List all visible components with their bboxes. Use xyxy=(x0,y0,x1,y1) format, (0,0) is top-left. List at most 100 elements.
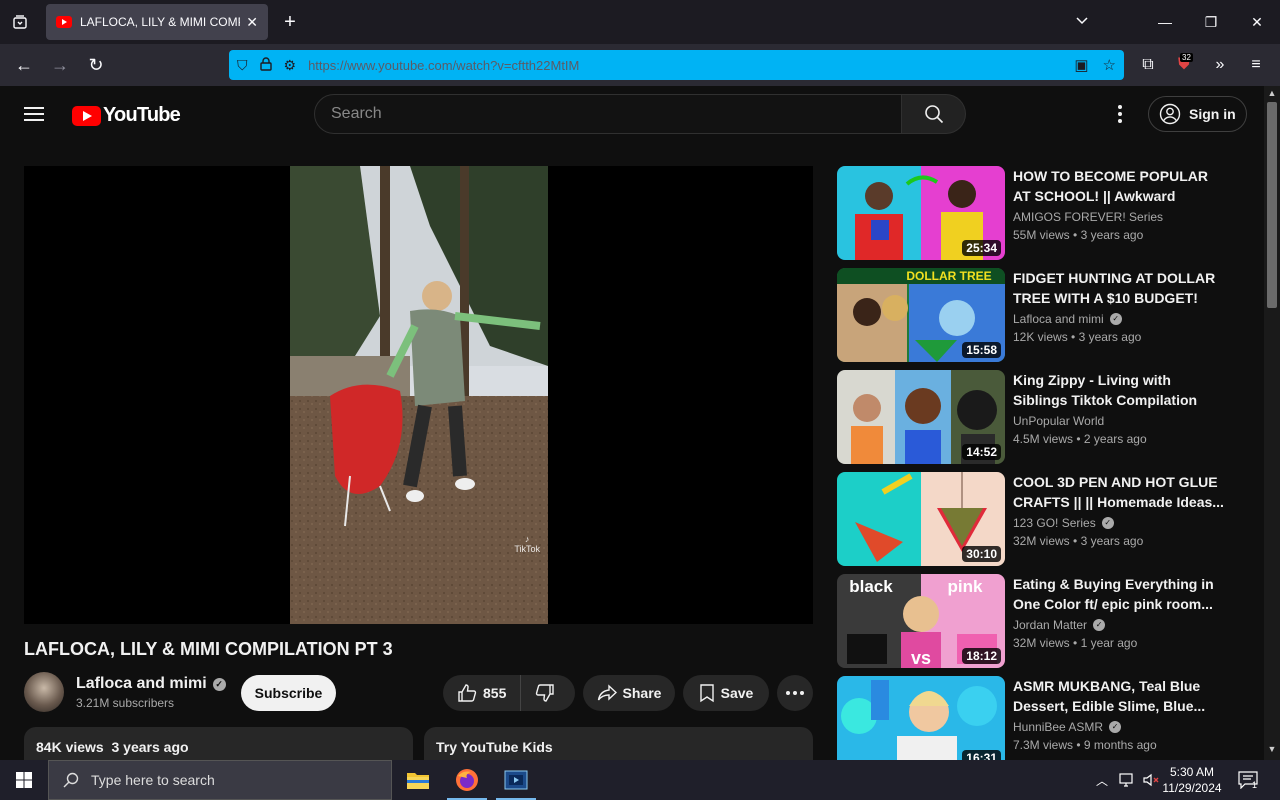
extensions-puzzle-icon[interactable]: ⧉ xyxy=(1136,53,1160,77)
recommendation-thumbnail[interactable]: 16:31 xyxy=(837,676,1005,760)
volume-muted-icon[interactable] xyxy=(1142,760,1160,800)
kids-promo-text: Try YouTube Kids xyxy=(436,739,553,755)
bookmark-icon xyxy=(699,684,714,703)
search-input[interactable] xyxy=(331,105,901,123)
youtube-kids-promo[interactable]: Try YouTube Kids xyxy=(424,727,813,760)
bookmark-star-icon[interactable]: ☆ xyxy=(1103,56,1116,74)
recommendation-age: 2 years ago xyxy=(1083,432,1147,446)
tab-list-icon[interactable] xyxy=(8,10,32,34)
lock-icon[interactable] xyxy=(259,56,272,74)
url-text[interactable]: https://www.youtube.com/watch?v=cftth22M… xyxy=(308,58,1060,73)
recommendation-title[interactable]: COOL 3D PEN AND HOT GLUE CRAFTS || || Ho… xyxy=(1013,472,1228,512)
recommendation-meta: 32M views • 1 year ago xyxy=(1013,636,1138,650)
video-player[interactable]: ♪ TikTok xyxy=(24,166,813,624)
video-still-image xyxy=(290,166,548,624)
recommendation-age: 1 year ago xyxy=(1080,636,1138,650)
recommendation-item[interactable]: black pink vs 18:12 Eating & Buying Ever… xyxy=(837,574,1237,668)
tab-close-icon[interactable]: ✕ xyxy=(246,14,258,31)
app-menu-icon[interactable]: ≡ xyxy=(1244,53,1268,77)
scroll-up-arrow-icon[interactable]: ▲ xyxy=(1264,88,1280,98)
video-frame[interactable]: ♪ TikTok xyxy=(290,166,548,624)
recommendation-item[interactable]: 30:10 COOL 3D PEN AND HOT GLUE CRAFTS ||… xyxy=(837,472,1237,566)
more-actions-button[interactable] xyxy=(777,675,813,711)
shield-icon[interactable]: ⛉ xyxy=(237,57,248,74)
thumbnail-caption-right: pink xyxy=(948,577,983,596)
recommendation-title[interactable]: FIDGET HUNTING AT DOLLAR TREE WITH A $10… xyxy=(1013,268,1228,308)
recommendation-channel[interactable]: 123 GO! Series ✓ xyxy=(1013,516,1114,530)
forward-button[interactable]: → xyxy=(47,53,73,77)
channel-name-link[interactable]: Lafloca and mimi ✓ xyxy=(76,675,226,693)
recommendation-title[interactable]: Eating & Buying Everything in One Color … xyxy=(1013,574,1228,614)
channel-avatar[interactable] xyxy=(24,672,64,712)
share-button[interactable]: Share xyxy=(583,675,675,711)
recommendation-item[interactable]: 14:52 King Zippy - Living with Siblings … xyxy=(837,370,1237,464)
recommendation-item[interactable]: 16:31 ASMR MUKBANG, Teal Blue Dessert, E… xyxy=(837,676,1237,760)
windows-taskbar: Type here to search ︿ 5:30 AM 11/29/2024… xyxy=(0,760,1280,800)
recommendation-channel[interactable]: Lafloca and mimi ✓ xyxy=(1013,312,1122,326)
recommendation-age: 9 months ago xyxy=(1083,738,1157,752)
recommendation-thumbnail[interactable]: 30:10 xyxy=(837,472,1005,566)
search-button[interactable] xyxy=(902,94,966,134)
reload-button[interactable]: ↻ xyxy=(83,53,109,77)
page-scrollbar[interactable]: ▲ ▼ xyxy=(1264,86,1280,760)
recommendation-meta: 7.3M views • 9 months ago xyxy=(1013,738,1157,752)
search-box[interactable] xyxy=(314,94,902,134)
tray-chevron-icon[interactable]: ︿ xyxy=(1096,760,1108,800)
recommendation-title[interactable]: ASMR MUKBANG, Teal Blue Dessert, Edible … xyxy=(1013,676,1228,716)
notifications-icon[interactable]: 1 xyxy=(1238,760,1258,800)
sign-in-label: Sign in xyxy=(1189,106,1236,122)
overflow-menu-chevrons-icon[interactable]: » xyxy=(1208,53,1232,77)
extension-badge: 32 xyxy=(1180,53,1193,62)
minimize-button[interactable]: — xyxy=(1153,10,1177,34)
restore-button[interactable]: ❐ xyxy=(1199,10,1223,34)
subscribe-button[interactable]: Subscribe xyxy=(241,675,336,711)
scrollbar-thumb[interactable] xyxy=(1267,102,1277,308)
media-player-icon[interactable] xyxy=(492,760,540,800)
back-button[interactable]: ← xyxy=(11,53,37,77)
taskbar-search-placeholder: Type here to search xyxy=(91,772,215,788)
recommendation-channel[interactable]: HunniBee ASMR ✓ xyxy=(1013,720,1122,734)
file-explorer-icon[interactable] xyxy=(394,760,442,800)
share-arrow-icon xyxy=(597,684,617,701)
firefox-icon[interactable] xyxy=(443,760,491,800)
recommendation-title[interactable]: King Zippy - Living with Siblings Tiktok… xyxy=(1013,370,1228,410)
like-button[interactable]: 855 xyxy=(443,675,522,711)
recommendation-thumbnail[interactable]: 14:52 xyxy=(837,370,1005,464)
recommendation-thumbnail[interactable]: DOLLAR TREE 15:58 xyxy=(837,268,1005,362)
description-box[interactable]: 84K views 3 years ago xyxy=(24,727,413,760)
thumbnail-caption-vs: vs xyxy=(911,648,931,668)
address-bar[interactable]: ⛉ ⚙ https://www.youtube.com/watch?v=cftt… xyxy=(229,50,1124,80)
recommendation-thumbnail[interactable]: 25:34 xyxy=(837,166,1005,260)
save-button[interactable]: Save xyxy=(683,675,769,711)
verified-check-icon: ✓ xyxy=(1093,619,1106,631)
dislike-button[interactable] xyxy=(521,675,569,711)
video-duration: 18:12 xyxy=(962,648,1001,664)
tab-overflow-chevron-icon[interactable] xyxy=(1070,10,1094,34)
recommendation-item[interactable]: 25:34 HOW TO BECOME POPULAR AT SCHOOL! |… xyxy=(837,166,1237,260)
sign-in-button[interactable]: Sign in xyxy=(1148,96,1247,132)
video-duration: 14:52 xyxy=(962,444,1001,460)
start-button[interactable] xyxy=(0,760,48,800)
scroll-down-arrow-icon[interactable]: ▼ xyxy=(1264,744,1280,754)
recommendation-channel[interactable]: Jordan Matter ✓ xyxy=(1013,618,1106,632)
permissions-icon[interactable]: ⚙ xyxy=(284,57,297,74)
new-tab-button[interactable]: + xyxy=(280,10,300,34)
settings-kebab-icon[interactable] xyxy=(1108,102,1132,126)
taskbar-search[interactable]: Type here to search xyxy=(48,760,392,800)
browser-tab-active[interactable]: LAFLOCA, LILY & MIMI COMPILATION PT 3 ✕ xyxy=(46,4,268,40)
video-title: LAFLOCA, LILY & MIMI COMPILATION PT 3 xyxy=(24,639,393,659)
recommendation-title[interactable]: HOW TO BECOME POPULAR AT SCHOOL! || Awkw… xyxy=(1013,166,1228,206)
video-duration: 15:58 xyxy=(962,342,1001,358)
close-window-button[interactable]: ✕ xyxy=(1245,10,1269,34)
taskbar-clock[interactable]: 5:30 AM 11/29/2024 xyxy=(1160,764,1224,796)
guide-menu-icon[interactable] xyxy=(24,104,48,124)
youtube-logo[interactable]: YouTube xyxy=(72,104,181,127)
recommendation-channel[interactable]: AMIGOS FOREVER! Series xyxy=(1013,210,1163,224)
recommendation-thumbnail[interactable]: black pink vs 18:12 xyxy=(837,574,1005,668)
recommendation-item[interactable]: DOLLAR TREE 15:58 FIDGET HUNTING AT DOLL… xyxy=(837,268,1237,362)
network-icon[interactable] xyxy=(1118,760,1136,800)
picture-in-picture-icon[interactable]: ▣ xyxy=(1074,56,1088,74)
recommendation-channel[interactable]: UnPopular World xyxy=(1013,414,1104,428)
channel-name: UnPopular World xyxy=(1013,414,1105,428)
account-icon xyxy=(1159,103,1181,125)
